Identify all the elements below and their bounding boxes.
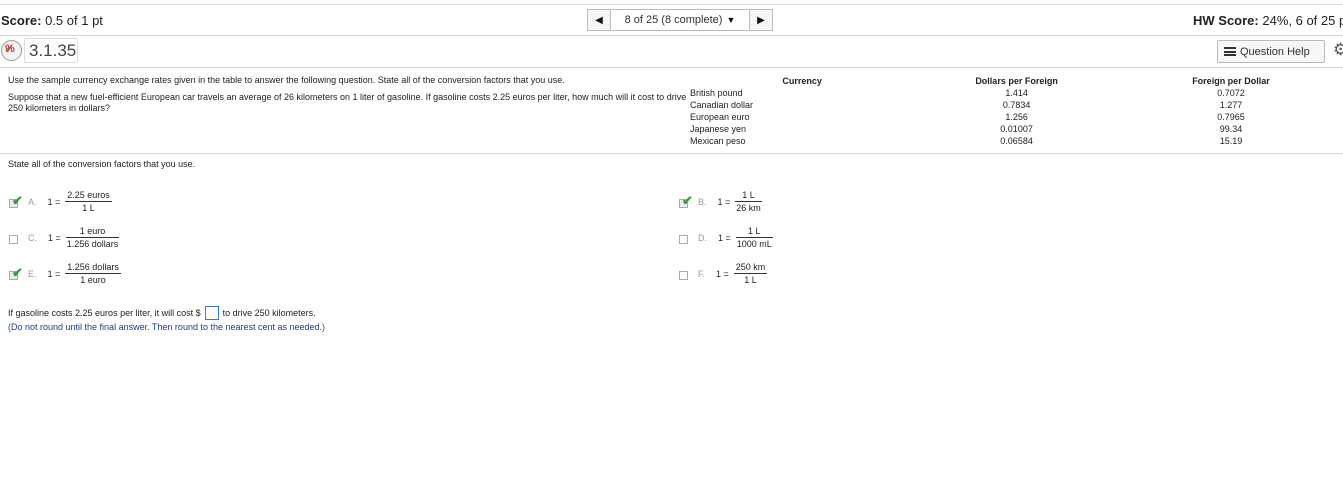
option-c-checkbox[interactable] — [9, 234, 18, 244]
option-fraction: 2.25 euros 1 L — [65, 190, 112, 213]
question-problem: Suppose that a new fuel-efficient Europe… — [8, 92, 687, 113]
table-cell: British pound — [690, 88, 743, 98]
table-cell: 0.06584 — [1000, 136, 1033, 146]
option-equals: 1 = — [47, 196, 61, 207]
fraction-numerator: 1 L — [735, 226, 773, 238]
instruction-text: State all of the conversion factors that… — [8, 159, 196, 169]
answer-suffix: to drive 250 kilometers. — [222, 308, 316, 318]
option-fraction: 1 euro 1.256 dollars — [65, 226, 120, 249]
fraction-denominator: 1 euro — [80, 275, 106, 285]
question-intro: Use the sample currency exchange rates g… — [8, 75, 565, 85]
table-row: Japanese yen 0.01007 99.34 — [690, 123, 1343, 135]
option-fraction: 250 km 1 L — [733, 262, 768, 285]
option-letter: E. — [28, 268, 37, 279]
option-letter: A. — [28, 196, 37, 207]
score-display: Score: 0.5 of 1 pt — [1, 13, 103, 28]
option-fraction: 1 L 26 km — [735, 190, 762, 213]
partial-credit-icon: ✓% — [1, 40, 22, 61]
table-cell: 0.01007 — [1000, 124, 1033, 134]
fraction-denominator: 1000 mL — [736, 239, 772, 249]
question-number: 3.1.35 — [24, 38, 78, 63]
table-cell: 15.19 — [1219, 136, 1243, 146]
option-equals: 1 = — [47, 268, 61, 279]
table-cell: 1.277 — [1219, 100, 1243, 110]
option-e[interactable]: ✔ E. 1 = 1.256 dollars 1 euro — [9, 262, 121, 285]
question-progress-text: 8 of 25 (8 complete) — [624, 14, 723, 26]
table-cell: Japanese yen — [690, 124, 747, 134]
table-row: Mexican peso 0.06584 15.19 — [690, 135, 1343, 147]
answer-sentence: If gasoline costs 2.25 euros per liter, … — [8, 306, 316, 320]
hw-score-label: HW Score: — [1193, 13, 1259, 28]
fraction-denominator: 1 L — [744, 275, 757, 285]
question-header-divider — [0, 67, 1343, 68]
question-help-label: Question Help — [1240, 45, 1310, 58]
answer-prefix: If gasoline costs 2.25 euros per liter, … — [8, 308, 201, 318]
hw-score-display: HW Score: 24%, 6 of 25 p — [1193, 13, 1343, 28]
answer-input[interactable] — [204, 306, 219, 320]
top-divider — [0, 4, 1343, 5]
option-c[interactable]: C. 1 = 1 euro 1.256 dollars — [9, 226, 120, 249]
option-fraction: 1 L 1000 mL — [735, 226, 773, 249]
fraction-denominator: 1 L — [82, 203, 95, 213]
option-fraction: 1.256 dollars 1 euro — [65, 262, 121, 285]
option-equals: 1 = — [48, 232, 61, 243]
fraction-numerator: 250 km — [733, 262, 768, 274]
option-equals: 1 = — [717, 196, 731, 207]
question-help-button[interactable]: Question Help — [1217, 40, 1325, 63]
column-header-foreign-per-dollar: Foreign per Dollar — [1192, 76, 1270, 86]
table-cell: 0.7072 — [1217, 88, 1245, 98]
question-selector-dropdown[interactable]: 8 of 25 (8 complete) ▼ — [612, 9, 748, 31]
table-row: European euro 1.256 0.7965 — [690, 111, 1343, 123]
table-cell: Canadian dollar — [690, 100, 754, 110]
column-header-dollars-per-foreign: Dollars per Foreign — [975, 76, 1058, 86]
option-letter: D. — [698, 232, 707, 243]
table-cell: European euro — [690, 112, 750, 122]
triangle-right-icon: ▶ — [757, 14, 765, 26]
rounding-note: (Do not round until the final answer. Th… — [8, 322, 326, 332]
fraction-numerator: 1 L — [735, 190, 762, 202]
header-divider — [0, 35, 1343, 36]
option-f-checkbox[interactable] — [679, 270, 688, 280]
previous-question-button[interactable]: ◀ — [587, 9, 611, 31]
content-divider — [0, 153, 1343, 154]
table-row: British pound 1.414 0.7072 — [690, 87, 1343, 99]
option-letter: C. — [28, 232, 37, 243]
table-cell: 1.256 — [1005, 112, 1028, 122]
hw-score-value: 24%, 6 of 25 p — [1262, 13, 1343, 28]
option-b[interactable]: ✔ B. 1 = 1 L 26 km — [679, 190, 762, 213]
option-letter: F. — [698, 268, 706, 279]
fraction-numerator: 2.25 euros — [65, 190, 112, 202]
checkmark-icon: ✔ — [682, 192, 693, 208]
fraction-denominator: 1.256 dollars — [66, 239, 119, 249]
gear-icon[interactable]: ⚙ — [1333, 40, 1343, 60]
option-d-checkbox[interactable] — [679, 234, 688, 244]
caret-down-icon: ▼ — [726, 15, 736, 25]
option-f[interactable]: F. 1 = 250 km 1 L — [679, 262, 768, 285]
table-cell: 0.7834 — [1002, 100, 1031, 110]
table-cell: Mexican peso — [690, 136, 746, 146]
table-cell: 1.414 — [1005, 88, 1028, 98]
option-a[interactable]: ✔ A. 1 = 2.25 euros 1 L — [9, 190, 112, 213]
score-label: Score: — [1, 13, 42, 28]
option-equals: 1 = — [716, 268, 729, 279]
column-header-currency: Currency — [782, 76, 822, 86]
table-cell: 0.7965 — [1217, 112, 1245, 122]
fraction-numerator: 1 euro — [65, 226, 120, 238]
exchange-rate-table: Currency Dollars per Foreign Foreign per… — [690, 75, 1343, 147]
list-icon — [1224, 47, 1236, 56]
next-question-button[interactable]: ▶ — [749, 9, 773, 31]
checkmark-icon: ✔ — [12, 192, 23, 208]
table-cell: 99.34 — [1219, 124, 1243, 134]
checkmark-icon: ✔ — [12, 264, 23, 280]
score-value: 0.5 of 1 pt — [45, 13, 103, 28]
option-equals: 1 = — [718, 232, 731, 243]
triangle-left-icon: ◀ — [595, 14, 603, 26]
fraction-numerator: 1.256 dollars — [65, 262, 121, 274]
fraction-denominator: 26 km — [736, 203, 761, 213]
option-letter: B. — [698, 196, 707, 207]
option-d[interactable]: D. 1 = 1 L 1000 mL — [679, 226, 773, 249]
table-row: Canadian dollar 0.7834 1.277 — [690, 99, 1343, 111]
